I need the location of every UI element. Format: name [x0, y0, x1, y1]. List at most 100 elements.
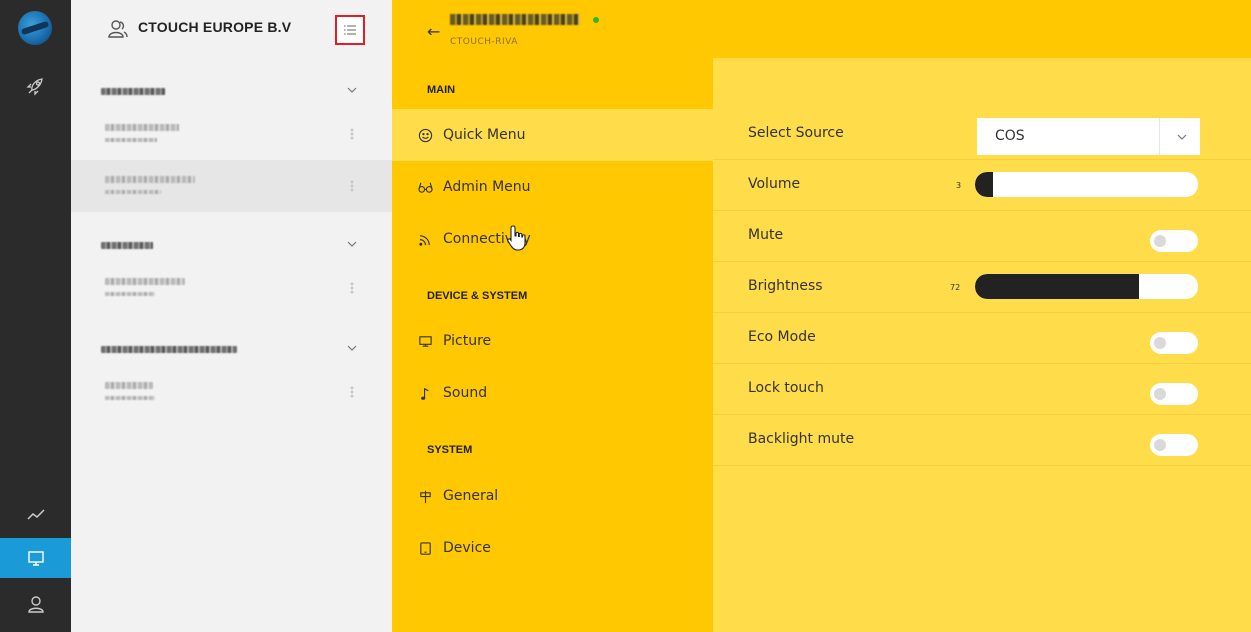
- device-row[interactable]: [71, 366, 392, 418]
- volume-slider-fill: [975, 172, 993, 197]
- ctouch-logo-icon[interactable]: [18, 11, 52, 45]
- list-view-button[interactable]: [335, 15, 365, 45]
- setting-backlight-mute: Backlight mute: [713, 415, 1251, 466]
- menu-item-connectivity[interactable]: Connectivity: [392, 213, 713, 265]
- glasses-icon: [418, 182, 433, 193]
- select-divider: [1159, 118, 1160, 155]
- more-options-icon[interactable]: [350, 128, 354, 140]
- menu-section-main: MAIN: [427, 84, 456, 96]
- location-group-1[interactable]: [71, 70, 392, 110]
- menu-item-label: Quick Menu: [443, 127, 526, 143]
- setting-label: Mute: [748, 227, 784, 243]
- brightness-slider-fill: [975, 274, 1139, 299]
- redacted-device-detail: [105, 292, 155, 296]
- eco-mode-toggle[interactable]: [1150, 332, 1198, 354]
- setting-label: Select Source: [748, 125, 844, 141]
- music-note-icon: [421, 387, 429, 400]
- redacted-device-detail: [105, 138, 157, 142]
- trend-line-icon: [26, 509, 45, 520]
- menu-section-system: SYSTEM: [427, 444, 473, 456]
- setting-mute: Mute: [713, 211, 1251, 262]
- organization-header: CTOUCH EUROPE B.V: [71, 0, 392, 58]
- setting-label: Volume: [748, 176, 801, 192]
- redacted-device-title: [450, 14, 580, 25]
- device-menu: MAIN Quick Menu Admin Menu Connectivity …: [392, 58, 713, 632]
- brightness-value: 72: [950, 283, 961, 292]
- redacted-device-name: [105, 278, 185, 285]
- menu-item-admin-menu[interactable]: Admin Menu: [392, 161, 713, 213]
- chevron-down-icon: [347, 241, 357, 247]
- users-group-icon: [108, 20, 128, 38]
- brightness-slider[interactable]: [975, 274, 1198, 299]
- setting-label: Backlight mute: [748, 431, 855, 447]
- menu-section-device-system: DEVICE & SYSTEM: [427, 290, 528, 302]
- menu-item-picture[interactable]: Picture: [392, 315, 713, 367]
- mute-toggle[interactable]: [1150, 230, 1198, 252]
- chevron-down-icon: [347, 87, 357, 93]
- monitor-icon: [27, 551, 44, 566]
- redacted-device-name: [105, 176, 195, 183]
- devices-nav-button[interactable]: [0, 538, 71, 578]
- setting-eco-mode: Eco Mode: [713, 313, 1251, 364]
- setting-select-source: Select Source COS: [713, 109, 1251, 160]
- location-group-3[interactable]: [71, 328, 392, 368]
- setting-label: Brightness: [748, 278, 823, 294]
- app-rail: [0, 0, 71, 632]
- device-row[interactable]: [71, 108, 392, 160]
- redacted-device-name: [105, 382, 153, 389]
- organization-name: CTOUCH EUROPE B.V: [138, 19, 292, 35]
- menu-item-label: Device: [443, 540, 491, 556]
- back-arrow-icon[interactable]: ←: [427, 22, 440, 41]
- more-options-icon[interactable]: [350, 386, 354, 398]
- user-icon: [27, 596, 44, 613]
- redacted-group-name: [101, 88, 165, 95]
- source-select-value: COS: [995, 128, 1025, 144]
- analytics-nav-button[interactable]: [0, 494, 71, 534]
- device-model: CTOUCH-RIVA: [450, 37, 518, 47]
- volume-slider[interactable]: [975, 172, 1198, 197]
- redacted-group-name: [101, 242, 153, 249]
- more-options-icon[interactable]: [350, 282, 354, 294]
- menu-item-sound[interactable]: Sound: [392, 367, 713, 419]
- organization-panel: CTOUCH EUROPE B.V: [71, 0, 392, 632]
- lock-touch-toggle[interactable]: [1150, 383, 1198, 405]
- users-nav-button[interactable]: [0, 584, 71, 624]
- setting-volume: Volume 3: [713, 160, 1251, 211]
- chevron-down-icon: [1177, 134, 1187, 140]
- signpost-icon: [420, 490, 431, 503]
- hand-cursor-icon: [507, 225, 526, 251]
- online-status-icon: [593, 17, 599, 23]
- volume-value: 3: [956, 181, 962, 190]
- smile-icon: [418, 128, 433, 142]
- setting-label: Lock touch: [748, 380, 824, 396]
- menu-item-label: General: [443, 488, 499, 504]
- menu-item-device[interactable]: Device: [392, 522, 713, 574]
- backlight-mute-toggle[interactable]: [1150, 434, 1198, 456]
- more-options-icon[interactable]: [350, 180, 354, 192]
- menu-item-general[interactable]: General: [392, 470, 713, 522]
- redacted-group-name: [101, 346, 237, 353]
- device-row-selected[interactable]: [71, 160, 392, 212]
- setting-label: Eco Mode: [748, 329, 816, 345]
- menu-item-label: Admin Menu: [443, 179, 531, 195]
- source-select[interactable]: COS: [977, 118, 1200, 155]
- monitor-icon: [419, 335, 432, 347]
- setting-lock-touch: Lock touch: [713, 364, 1251, 415]
- rocket-nav-button[interactable]: [0, 66, 71, 106]
- redacted-device-detail: [105, 396, 155, 400]
- list-icon: [344, 25, 356, 35]
- device-header: ← CTOUCH-RIVA: [392, 0, 1251, 58]
- chevron-down-icon: [347, 345, 357, 351]
- menu-item-label: Sound: [443, 385, 488, 401]
- location-group-2[interactable]: [71, 224, 392, 264]
- redacted-device-detail: [105, 190, 161, 194]
- redacted-device-name: [105, 124, 179, 131]
- quick-menu-settings: Select Source COS Volume 3 Mute Brightne…: [713, 58, 1251, 632]
- tablet-icon: [420, 541, 431, 555]
- device-row[interactable]: [71, 262, 392, 314]
- menu-item-label: Picture: [443, 333, 492, 349]
- rocket-icon: [25, 78, 43, 96]
- menu-item-quick-menu[interactable]: Quick Menu: [392, 109, 713, 161]
- setting-brightness: Brightness 72: [713, 262, 1251, 313]
- wifi-icon: [419, 234, 430, 246]
